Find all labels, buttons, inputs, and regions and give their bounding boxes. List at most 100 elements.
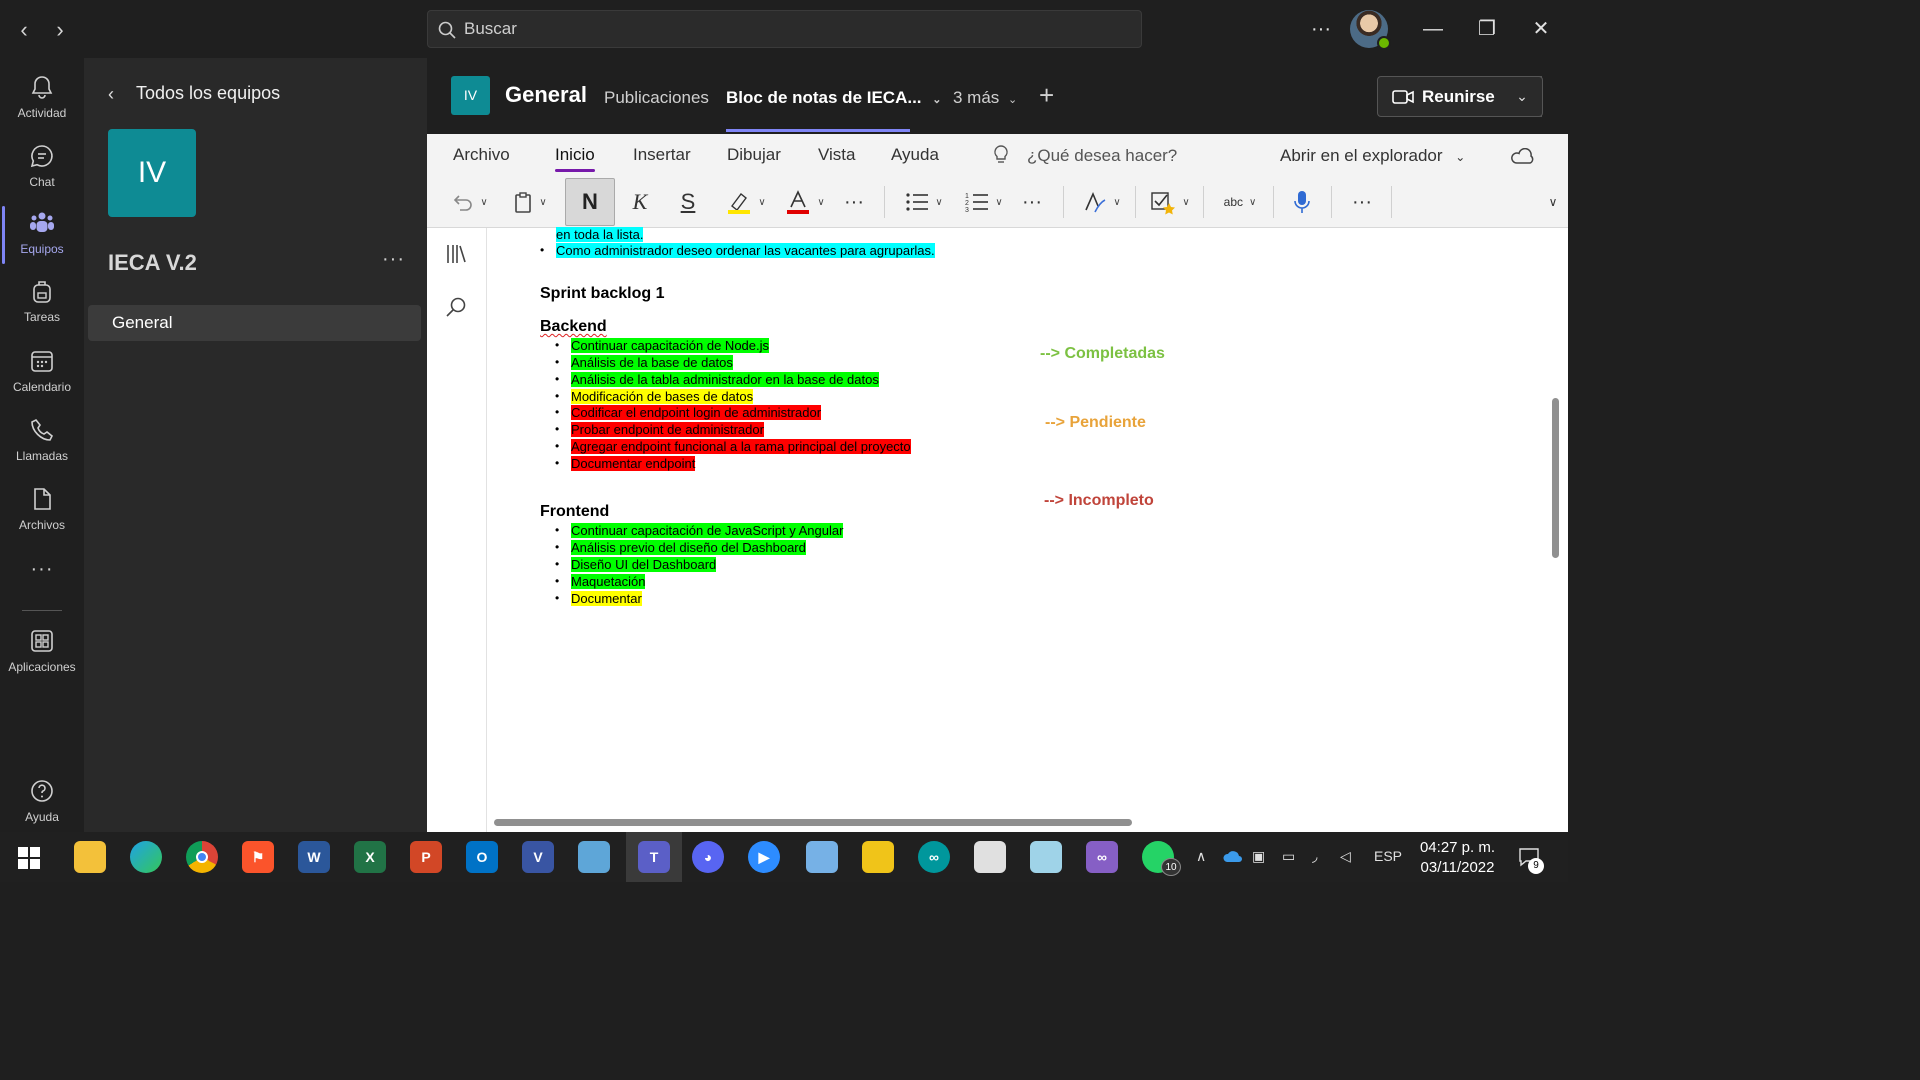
- rail-item-chat[interactable]: Chat: [0, 139, 84, 199]
- search-icon[interactable]: [445, 296, 467, 318]
- tab-bloc-de-notas[interactable]: Bloc de notas de IECA... ⌄: [726, 88, 942, 108]
- back-arrow-icon[interactable]: ‹: [14, 18, 34, 42]
- notebook-sidebar: [427, 228, 487, 832]
- numbering-button[interactable]: 123 ∨: [959, 184, 1009, 220]
- font-color-button[interactable]: ∨: [780, 184, 830, 220]
- file-explorer-icon[interactable]: [74, 841, 106, 873]
- ribbon-tab-archivo[interactable]: Archivo: [453, 145, 510, 165]
- more-options-button[interactable]: ···: [1306, 14, 1336, 44]
- restore-button[interactable]: ❐: [1472, 14, 1502, 44]
- more-font-options-button[interactable]: ···: [839, 184, 869, 220]
- italic-button[interactable]: K: [625, 184, 655, 220]
- horizontal-scrollbar[interactable]: [494, 819, 1132, 826]
- windows-start-icon[interactable]: [18, 847, 40, 869]
- rail-item-llamadas[interactable]: Llamadas: [0, 413, 84, 473]
- rail-label: Ayuda: [25, 810, 59, 824]
- search-box[interactable]: [427, 10, 1142, 48]
- underline-button[interactable]: S: [673, 184, 703, 220]
- teams-app-icon[interactable]: T: [638, 841, 670, 873]
- ribbon-divider: [1063, 186, 1064, 218]
- arduino-icon[interactable]: ∞: [918, 841, 950, 873]
- rail-item-tareas[interactable]: Tareas: [0, 274, 84, 334]
- edge-icon[interactable]: [130, 841, 162, 873]
- visual-studio-icon[interactable]: ∞: [1086, 841, 1118, 873]
- battery-icon[interactable]: ▭: [1282, 848, 1295, 865]
- mail-icon[interactable]: [1030, 841, 1062, 873]
- rail-label: Aplicaciones: [8, 660, 76, 674]
- discord-icon[interactable]: ◕: [692, 841, 724, 873]
- rail-item-equipos[interactable]: Equipos: [0, 206, 84, 266]
- undo-button[interactable]: ∨: [447, 184, 493, 220]
- visio-icon[interactable]: V: [522, 841, 554, 873]
- ribbon-divider: [1135, 186, 1136, 218]
- collapse-ribbon-button[interactable]: ∨: [1543, 184, 1563, 220]
- highlight-button[interactable]: ∨: [721, 184, 771, 220]
- chevron-down-icon: ∨: [817, 196, 825, 208]
- word-icon[interactable]: W: [298, 841, 330, 873]
- team-name: IECA V.2: [108, 250, 197, 275]
- outlook-icon[interactable]: O: [466, 841, 498, 873]
- avatar[interactable]: [1350, 10, 1391, 50]
- tab-publicaciones[interactable]: Publicaciones: [604, 88, 709, 108]
- paint-icon[interactable]: [974, 841, 1006, 873]
- forward-arrow-icon[interactable]: ›: [50, 18, 70, 42]
- note-line: en toda la lista.: [556, 227, 644, 242]
- rail-label: Tareas: [23, 310, 61, 324]
- ribbon-divider: [1331, 186, 1332, 218]
- meet-label: Reunirse: [1422, 87, 1495, 106]
- rail-item-calendario[interactable]: Calendario: [0, 344, 84, 404]
- taskbar-clock[interactable]: 04:27 p. m. 03/11/2022: [1410, 838, 1505, 878]
- language-indicator[interactable]: ESP: [1374, 848, 1402, 864]
- chrome-icon[interactable]: [186, 841, 218, 873]
- volume-icon[interactable]: ◁: [1340, 848, 1351, 865]
- dictate-button[interactable]: [1287, 184, 1317, 220]
- more-ribbon-options-button[interactable]: ···: [1345, 184, 1379, 220]
- tell-me-search[interactable]: ¿Qué desea hacer?: [1027, 146, 1177, 166]
- ribbon-tab-inicio[interactable]: Inicio: [555, 145, 595, 165]
- display-icon[interactable]: ▣: [1252, 848, 1265, 865]
- team-more-button[interactable]: ···: [382, 248, 405, 271]
- close-button[interactable]: ✕: [1526, 14, 1556, 44]
- rail-item-archivos[interactable]: Archivos: [0, 482, 84, 542]
- search-input[interactable]: [464, 11, 1124, 47]
- cloud-sync-icon[interactable]: [1511, 148, 1535, 166]
- rail-more-button[interactable]: ···: [0, 558, 84, 588]
- open-in-browser-button[interactable]: Abrir en el explorador ⌄: [1280, 146, 1465, 166]
- onedrive-icon[interactable]: [1222, 849, 1244, 863]
- tab-more[interactable]: 3 más ⌄: [953, 88, 1017, 108]
- virtualbox-icon[interactable]: [806, 841, 838, 873]
- spelling-button[interactable]: abc ∨: [1215, 184, 1265, 220]
- zoom-icon[interactable]: ▶: [748, 841, 780, 873]
- tray-expand-icon[interactable]: ∧: [1196, 848, 1206, 865]
- bold-button[interactable]: N: [565, 178, 615, 226]
- brave-icon[interactable]: ⚑: [242, 841, 274, 873]
- notebooks-icon[interactable]: [445, 242, 469, 266]
- wifi-icon[interactable]: ◞: [1312, 848, 1317, 865]
- styles-button[interactable]: ∨: [1077, 184, 1127, 220]
- excel-icon[interactable]: X: [354, 841, 386, 873]
- snipping-tool-icon[interactable]: [862, 841, 894, 873]
- powerpoint-icon[interactable]: P: [410, 841, 442, 873]
- backlog-item: Diseño UI del Dashboard: [571, 557, 717, 572]
- ribbon-tab-insertar[interactable]: Insertar: [633, 145, 691, 165]
- ribbon-tab-vista[interactable]: Vista: [818, 145, 856, 165]
- add-tab-button[interactable]: +: [1039, 80, 1054, 111]
- ribbon-tab-ayuda[interactable]: Ayuda: [891, 145, 939, 165]
- tags-button[interactable]: ∨: [1145, 184, 1195, 220]
- channel-item-general[interactable]: General: [88, 305, 421, 341]
- note-content[interactable]: en toda la lista. • Como administrador d…: [540, 227, 1540, 808]
- minimize-button[interactable]: —: [1418, 14, 1448, 44]
- rail-label: Chat: [29, 175, 55, 189]
- bullets-button[interactable]: ∨: [899, 184, 949, 220]
- ribbon-tab-dibujar[interactable]: Dibujar: [727, 145, 781, 165]
- more-paragraph-options-button[interactable]: ···: [1017, 184, 1047, 220]
- bullet: •: [555, 591, 560, 605]
- vertical-scrollbar[interactable]: [1552, 398, 1559, 558]
- rail-label: Llamadas: [15, 449, 69, 463]
- meet-dropdown-button[interactable]: ⌄: [1502, 76, 1543, 117]
- rail-item-ayuda[interactable]: Ayuda: [0, 774, 84, 834]
- rail-item-aplicaciones[interactable]: Aplicaciones: [0, 624, 84, 684]
- rail-item-actividad[interactable]: Actividad: [0, 70, 84, 130]
- paste-button[interactable]: ∨: [507, 184, 553, 220]
- control-panel-icon[interactable]: [578, 841, 610, 873]
